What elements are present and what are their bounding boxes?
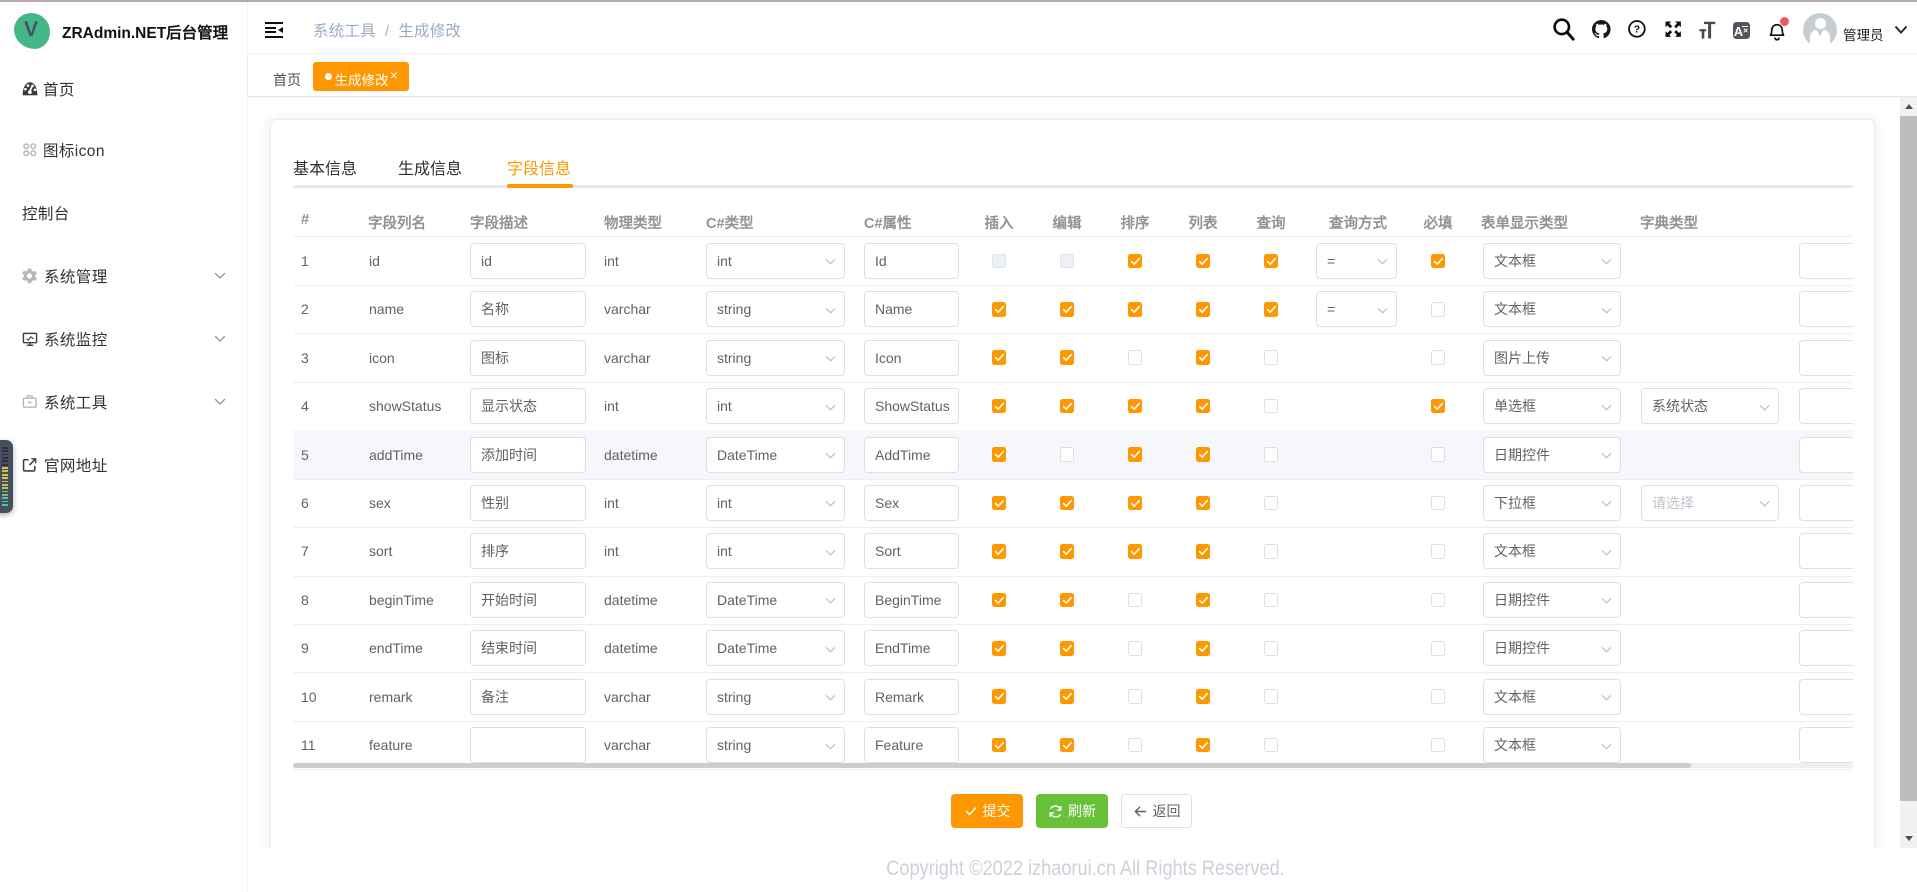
svg-text:?: ? (1634, 25, 1640, 36)
